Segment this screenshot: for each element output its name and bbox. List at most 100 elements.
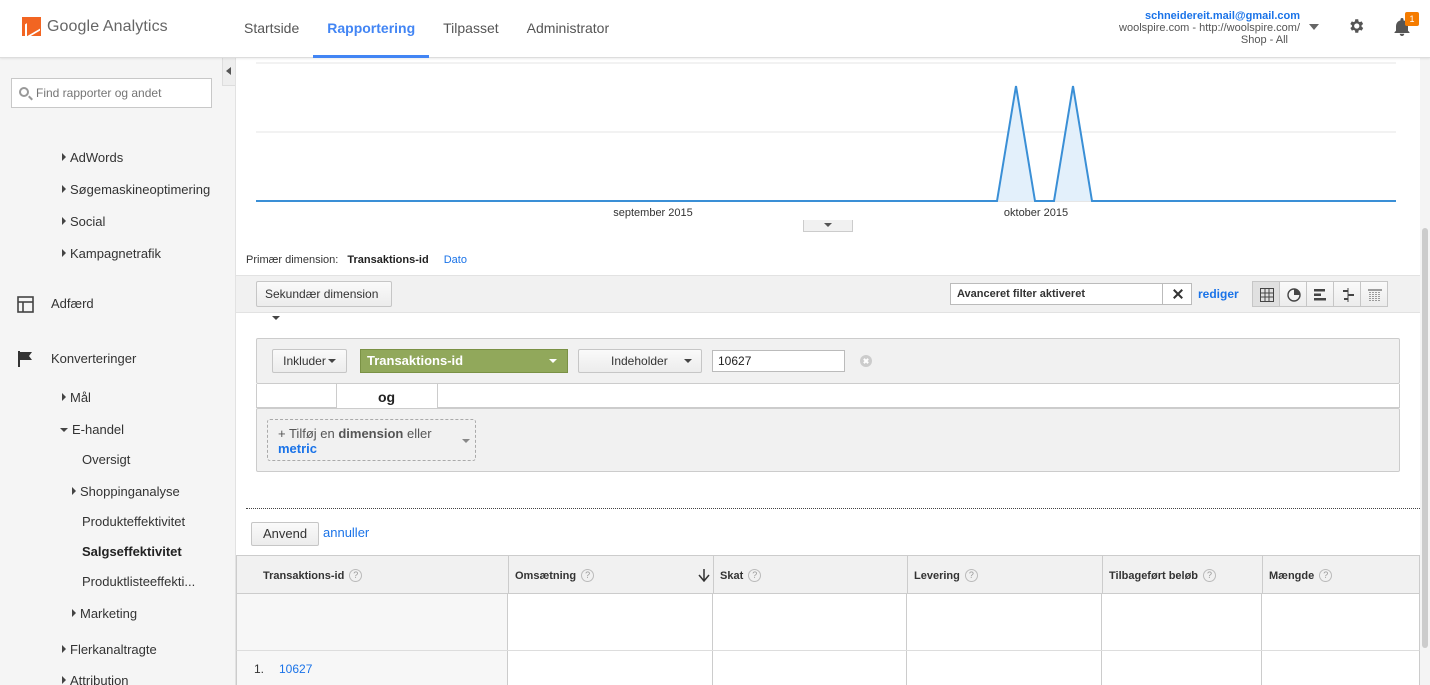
- add-dimension-or-metric[interactable]: + Tilføj en dimension eller metric: [267, 419, 476, 461]
- sidebar-item-konverteringer[interactable]: Konverteringer: [51, 351, 136, 366]
- sidebar-item-social[interactable]: Social: [62, 214, 105, 229]
- operator-dropdown[interactable]: Indeholder: [578, 349, 702, 373]
- apply-button[interactable]: Anvend: [251, 522, 319, 546]
- grid-icon: [1260, 288, 1274, 302]
- chevron-down-icon: [462, 439, 470, 443]
- table-cell: [507, 651, 712, 685]
- sidebar-item-attribution[interactable]: Attribution: [62, 673, 129, 685]
- help-icon[interactable]: ?: [1319, 569, 1333, 582]
- nav-tilpasset[interactable]: Tilpasset: [429, 0, 513, 58]
- gear-icon[interactable]: [1347, 17, 1365, 35]
- column-header-tilbagefoert[interactable]: Tilbageført beløb?: [1102, 556, 1262, 593]
- transaction-id-link[interactable]: 10627: [279, 662, 312, 676]
- advanced-filter-field[interactable]: Avanceret filter aktiveret: [950, 283, 1192, 305]
- table-cell: [1101, 651, 1261, 685]
- chevron-down-icon: [683, 359, 692, 363]
- help-icon[interactable]: ?: [581, 569, 595, 582]
- nav-administrator[interactable]: Administrator: [513, 0, 623, 58]
- sidebar-item-produkteffektivitet[interactable]: Produkteffektivitet: [82, 514, 185, 529]
- analytics-logo-icon: [22, 17, 41, 36]
- filter-divider: [246, 508, 1420, 509]
- sidebar-item-adwords[interactable]: AdWords: [62, 150, 123, 165]
- flag-icon: [18, 351, 32, 367]
- nav-rapportering[interactable]: Rapportering: [313, 0, 430, 58]
- scrollbar[interactable]: [1420, 58, 1430, 685]
- help-icon[interactable]: ?: [349, 569, 363, 582]
- and-connector-left: [256, 384, 337, 408]
- collapse-sidebar-button[interactable]: [222, 58, 235, 86]
- column-header-maengde[interactable]: Mængde?: [1262, 556, 1419, 593]
- table-row: 1. 10627: [236, 651, 1420, 685]
- table-view-button[interactable]: [1252, 281, 1280, 307]
- account-property: woolspire.com - http://woolspire.com/: [1119, 22, 1300, 34]
- account-view: Shop - All: [1240, 34, 1288, 46]
- filter-dimension-dropdown[interactable]: Transaktions-id: [360, 349, 568, 373]
- help-icon[interactable]: ?: [964, 569, 978, 582]
- column-header-levering[interactable]: Levering?: [907, 556, 1102, 593]
- scrollbar-thumb[interactable]: [1422, 228, 1428, 648]
- sidebar: AdWords Søgemaskineoptimering Social Kam…: [0, 58, 236, 685]
- sidebar-item-kampagnetrafik[interactable]: Kampagnetrafik: [62, 246, 161, 261]
- filter-value-input[interactable]: [712, 350, 845, 372]
- include-dropdown[interactable]: Inkluder: [272, 349, 347, 373]
- search-input[interactable]: [36, 84, 206, 102]
- timeline-chart: september 2015 oktober 2015: [256, 62, 1396, 219]
- account-email: schneidereit.mail@gmail.com: [1145, 10, 1300, 22]
- table-cell: [1261, 651, 1419, 685]
- sidebar-item-maal[interactable]: Mål: [62, 390, 91, 405]
- table-cell: [712, 651, 906, 685]
- column-header-skat[interactable]: Skat?: [713, 556, 907, 593]
- sidebar-item-ehandel[interactable]: E-handel: [60, 422, 124, 437]
- sidebar-item-produktliste[interactable]: Produktlisteeffekti...: [82, 574, 195, 589]
- advanced-filter-label: Avanceret filter aktiveret: [957, 288, 1085, 300]
- chart-x-tick: oktober 2015: [1004, 207, 1068, 219]
- and-label: og: [378, 389, 396, 405]
- report-search[interactable]: [11, 78, 212, 108]
- comparison-view-button[interactable]: [1333, 281, 1361, 307]
- nav-startside[interactable]: Startside: [230, 0, 313, 58]
- column-header-transaktions-id[interactable]: Transaktions-id?: [237, 556, 508, 593]
- pivot-view-button[interactable]: [1360, 281, 1388, 307]
- caret-right-icon: [72, 609, 76, 617]
- chart-area: [256, 86, 1396, 201]
- sidebar-item-marketing[interactable]: Marketing: [72, 606, 137, 621]
- total-cell: [507, 594, 712, 650]
- chevron-down-icon: [272, 316, 280, 320]
- caret-right-icon: [62, 217, 66, 225]
- cancel-link[interactable]: annuller: [323, 525, 369, 540]
- help-icon[interactable]: ?: [1203, 569, 1217, 582]
- account-switcher[interactable]: schneidereit.mail@gmail.com woolspire.co…: [1119, 10, 1300, 46]
- pie-view-button[interactable]: [1279, 281, 1307, 307]
- chart-expand-toggle[interactable]: [803, 220, 853, 232]
- main-content: september 2015 oktober 2015 Primær dimen…: [236, 58, 1420, 685]
- remove-condition-icon[interactable]: [860, 355, 872, 367]
- bar-view-button[interactable]: [1306, 281, 1334, 307]
- search-icon: [19, 87, 29, 97]
- main-nav: Startside Rapportering Tilpasset Adminis…: [230, 0, 623, 58]
- bars-icon: [1314, 289, 1326, 301]
- sidebar-item-shoppinganalyse[interactable]: Shoppinganalyse: [72, 484, 180, 499]
- primary-dim-label: Primær dimension:: [246, 254, 339, 266]
- primary-dimension: Primær dimension: Transaktions-id Dato: [246, 254, 467, 266]
- primary-dim-dato[interactable]: Dato: [444, 254, 467, 266]
- column-header-omsaetning[interactable]: Omsætning?: [508, 556, 713, 593]
- edit-filter-link[interactable]: rediger: [1198, 287, 1239, 301]
- behavior-icon: [17, 296, 34, 313]
- sidebar-item-salgseffektivitet[interactable]: Salgseffektivitet: [82, 544, 182, 559]
- notification-badge: 1: [1405, 12, 1419, 26]
- caret-right-icon: [62, 249, 66, 257]
- sidebar-item-seo[interactable]: Søgemaskineoptimering: [62, 182, 210, 197]
- secondary-dimension-dropdown[interactable]: Sekundær dimension: [256, 281, 392, 320]
- sidebar-item-adfaerd[interactable]: Adfærd: [51, 296, 94, 311]
- sidebar-item-flerkanal[interactable]: Flerkanaltragte: [62, 642, 157, 657]
- row-index: 1.: [254, 662, 265, 676]
- sidebar-item-oversigt[interactable]: Oversigt: [82, 452, 130, 467]
- caret-right-icon: [62, 185, 66, 193]
- help-icon[interactable]: ?: [748, 569, 762, 582]
- chevron-down-icon[interactable]: [1309, 24, 1319, 30]
- total-cell: [1261, 594, 1419, 650]
- sort-desc-icon: [698, 569, 710, 582]
- close-icon[interactable]: [1162, 284, 1192, 304]
- logo[interactable]: Google Analytics: [22, 17, 168, 36]
- chart-x-tick: september 2015: [613, 207, 693, 219]
